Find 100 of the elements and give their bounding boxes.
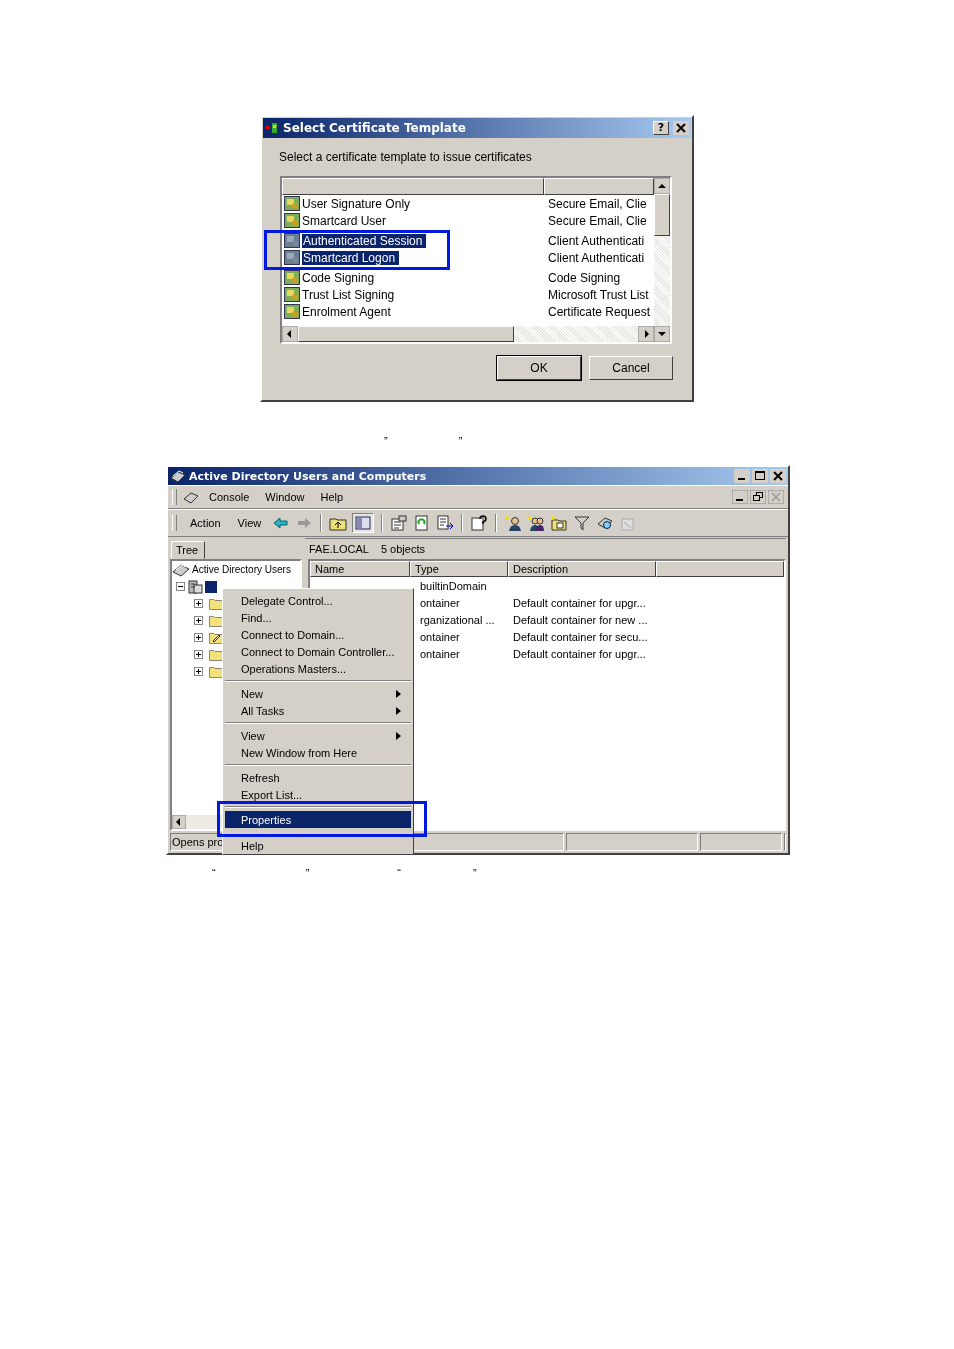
menu-item[interactable]: Refresh	[225, 769, 411, 786]
table-cell-text: Default container for secu...	[512, 630, 649, 643]
minimize-icon[interactable]	[734, 469, 750, 483]
menu-item[interactable]: Operations Masters...	[225, 660, 411, 677]
certificate-icon	[284, 287, 300, 302]
template-name[interactable]: Enrolment Agent	[302, 304, 546, 319]
folder-icon[interactable]	[209, 631, 223, 644]
expand-icon[interactable]	[194, 633, 203, 642]
column-header[interactable]: Name	[310, 561, 410, 577]
template-purpose: Microsoft Trust List	[548, 287, 650, 302]
template-name[interactable]: User Signature Only	[302, 196, 546, 211]
quote-mark: ”	[384, 435, 388, 447]
prompt-text: Select a certificate template to issue certificates	[279, 150, 533, 164]
new-group-icon[interactable]	[527, 515, 546, 531]
template-name[interactable]: Authenticated Session	[302, 233, 427, 248]
certificate-icon	[284, 304, 300, 319]
menu-item[interactable]: New	[225, 685, 411, 702]
server-icon[interactable]	[187, 578, 203, 595]
template-name[interactable]: Smartcard User	[302, 213, 546, 228]
new-folder-icon[interactable]	[550, 515, 569, 531]
scroll-right-icon[interactable]	[638, 326, 654, 342]
tree-item[interactable]: Active Directory Users	[192, 564, 291, 575]
expand-icon[interactable]	[194, 667, 203, 676]
help-button[interactable]: ?	[653, 121, 669, 135]
table-cell-text: Default container for upgr...	[512, 647, 647, 660]
table-cell-text: ontainer	[419, 630, 461, 643]
minimize-icon[interactable]	[732, 490, 748, 504]
maximize-icon[interactable]	[752, 469, 768, 483]
menu-item[interactable]: Properties	[225, 811, 411, 828]
close-icon[interactable]	[770, 469, 786, 483]
quote-mark: ”	[458, 435, 463, 447]
collapse-icon[interactable]	[176, 582, 185, 591]
menu-item[interactable]: Connect to Domain Controller...	[225, 643, 411, 660]
menu-item[interactable]: All Tasks	[225, 702, 411, 719]
certificate-icon	[284, 233, 300, 248]
close-icon[interactable]	[673, 121, 689, 135]
window-title: Active Directory Users and Computers	[189, 469, 428, 483]
vertical-scrollbar[interactable]	[654, 178, 670, 342]
export-icon[interactable]	[436, 515, 455, 531]
folder-up-icon[interactable]	[329, 515, 348, 531]
template-purpose: Client Authenticati	[548, 250, 646, 265]
menu-item[interactable]: Help	[225, 837, 411, 854]
column-header[interactable]: Type	[410, 561, 508, 577]
new-user-icon[interactable]	[504, 515, 523, 531]
back-arrow-icon[interactable]	[272, 515, 291, 531]
menu-label: New	[241, 687, 263, 700]
certificate-icon	[284, 250, 300, 265]
menu-label: All Tasks	[241, 704, 285, 717]
menu-label: View	[241, 729, 265, 742]
menu-item[interactable]: View	[225, 727, 411, 744]
scroll-down-icon[interactable]	[654, 326, 670, 342]
expand-icon[interactable]	[194, 650, 203, 659]
menu-item[interactable]: New Window from Here	[225, 744, 411, 761]
menu-label: Help	[241, 839, 264, 852]
scroll-left-icon[interactable]	[172, 815, 186, 829]
column-header[interactable]: Description	[508, 561, 656, 577]
expand-icon[interactable]	[194, 599, 203, 608]
menu-item[interactable]: Connect to Domain...	[225, 626, 411, 643]
column-header[interactable]	[282, 178, 544, 195]
scroll-up-icon[interactable]	[654, 178, 670, 194]
menu-label: Export List...	[241, 788, 303, 801]
quote-mark: “	[397, 867, 401, 879]
help-icon[interactable]	[470, 515, 489, 531]
menu-label: Connect to Domain Controller...	[241, 645, 395, 658]
column-header[interactable]	[656, 561, 784, 577]
path-text: FAE.LOCAL	[309, 543, 369, 555]
table-cell-text: Default container for upgr...	[512, 596, 647, 609]
menu-item[interactable]: Delegate Control...	[225, 592, 411, 609]
restore-icon[interactable]	[750, 490, 766, 504]
table-cell-text: rganizational ...	[419, 613, 496, 626]
object-count: 5 objects	[380, 543, 425, 555]
menu-item[interactable]: View	[237, 517, 262, 529]
expand-icon[interactable]	[194, 616, 203, 625]
scroll-left-icon[interactable]	[282, 326, 298, 342]
menu-item[interactable]: Export List...	[225, 786, 411, 803]
search-icon[interactable]	[596, 515, 615, 531]
certificate-icon	[284, 270, 300, 285]
template-name[interactable]: Smartcard Logon	[302, 250, 400, 265]
filter-icon[interactable]	[573, 515, 592, 531]
menu-item[interactable]: Help	[320, 491, 344, 503]
dialog-button[interactable]: OK	[497, 356, 581, 380]
menu-item[interactable]: Console	[209, 491, 250, 503]
menu-label: Properties	[241, 813, 292, 826]
table-cell-text: ontainer	[419, 596, 461, 609]
menu-item[interactable]: Find...	[225, 609, 411, 626]
dialog-button[interactable]: Cancel	[589, 356, 673, 380]
quote-mark: “	[212, 867, 216, 879]
menu-label: Find...	[241, 611, 272, 624]
menu-item[interactable]: Window	[265, 491, 305, 503]
table-cell-text: builtinDomain	[419, 579, 488, 592]
template-name[interactable]: Code Signing	[302, 270, 546, 285]
properties-icon[interactable]	[390, 515, 409, 531]
horizontal-scrollbar[interactable]	[282, 326, 654, 342]
template-purpose: Secure Email, Clie	[548, 196, 648, 211]
template-purpose: Certificate Request	[548, 304, 652, 319]
app-icon	[265, 122, 279, 134]
menu-item[interactable]: Action	[190, 517, 221, 529]
panel-icon[interactable]	[352, 513, 375, 533]
template-name[interactable]: Trust List Signing	[302, 287, 546, 302]
dialog-title: Select Certificate Template	[283, 121, 467, 135]
